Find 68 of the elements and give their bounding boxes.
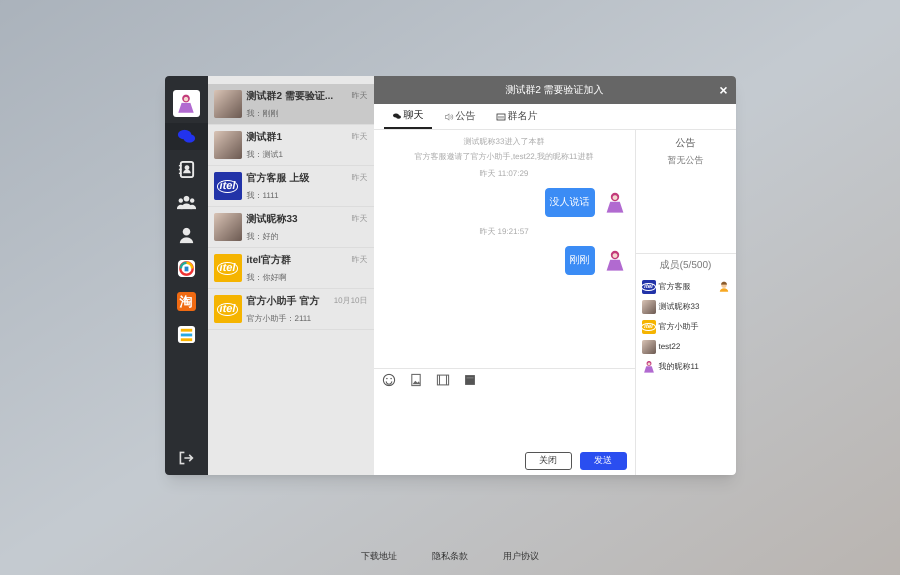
members-title: 成员(5/500) bbox=[658, 258, 712, 273]
send-button[interactable]: 发送 bbox=[580, 452, 626, 470]
profile-avatar[interactable] bbox=[172, 90, 200, 117]
group-icon[interactable] bbox=[176, 193, 196, 212]
avatar-figure-icon bbox=[642, 360, 656, 374]
exit-icon[interactable] bbox=[178, 450, 194, 466]
message-bubble: 刚刚 bbox=[564, 246, 594, 275]
photo-placeholder bbox=[214, 131, 242, 159]
chat-tab[interactable]: 公告 bbox=[436, 104, 484, 129]
message-preview: 我：测试1 bbox=[246, 148, 284, 160]
logo-avatar: itel bbox=[214, 295, 242, 323]
conversation-name: 测试昵称33 bbox=[246, 212, 299, 226]
message-preview: 官方小助手：2111 bbox=[246, 312, 312, 324]
system-message: 官方客服邀请了官方小助手,test22,我的昵称11进群 bbox=[414, 151, 594, 162]
message-time: 昨天 19:21:57 bbox=[479, 226, 529, 237]
footer-link[interactable]: 用户协议 bbox=[503, 550, 539, 564]
conversation-time: 昨天 bbox=[352, 254, 368, 266]
conversation-name: itel官方群 bbox=[246, 253, 292, 268]
image-icon[interactable] bbox=[408, 372, 422, 386]
photo-placeholder bbox=[642, 300, 656, 314]
message-preview: 我：好的 bbox=[246, 230, 280, 242]
emoji-icon[interactable] bbox=[382, 372, 396, 386]
speaker-icon bbox=[444, 112, 454, 122]
conversation-name: 测试群2 需要验证... bbox=[246, 90, 334, 104]
member-item[interactable]: test22 bbox=[642, 339, 730, 355]
window-title: 测试群2 需要验证加入 bbox=[505, 84, 604, 98]
message-time: 昨天 11:07:29 bbox=[480, 168, 528, 179]
conversation-time: 10月10日 bbox=[334, 295, 368, 307]
conversation-item[interactable]: 测试群2 需要验证... 我：刚刚 昨天 bbox=[208, 84, 374, 125]
close-chat-button[interactable]: 关闭 bbox=[524, 452, 572, 470]
logo-avatar: itel bbox=[214, 254, 242, 282]
conversation-item[interactable]: 测试昵称33 我：好的 昨天 bbox=[208, 207, 374, 248]
conversation-name: 测试群1 bbox=[246, 130, 284, 144]
card-icon bbox=[496, 112, 506, 122]
system-message: 测试昵称33进入了本群 bbox=[464, 136, 544, 147]
conversation-name: 官方客服 上级 bbox=[246, 171, 310, 186]
message-preview: 我：你好啊 bbox=[246, 272, 288, 284]
app-icon[interactable] bbox=[176, 259, 196, 278]
notice-title: 公告 bbox=[676, 136, 696, 151]
member-item[interactable]: 我的昵称11 bbox=[642, 359, 730, 375]
photo-placeholder bbox=[214, 213, 242, 241]
chat-tab[interactable]: 聊天 bbox=[384, 104, 432, 129]
conversation-time: 昨天 bbox=[352, 90, 368, 102]
conversation-time: 昨天 bbox=[352, 172, 368, 184]
box-icon[interactable] bbox=[462, 372, 476, 386]
address-book-icon[interactable] bbox=[176, 160, 196, 179]
message-bubble: 没人说话 bbox=[544, 188, 594, 217]
conversation-item[interactable]: itel 官方客服 上级 我：1111 昨天 bbox=[208, 166, 374, 207]
footer-link[interactable]: 隐私条款 bbox=[432, 550, 468, 564]
message-preview: 我：1111 bbox=[246, 190, 280, 202]
app-icon[interactable] bbox=[176, 325, 196, 344]
footer-link[interactable]: 下载地址 bbox=[361, 550, 397, 564]
chat-tab[interactable]: 群名片 bbox=[488, 104, 546, 129]
conversation-item[interactable]: 测试群1 我：测试1 昨天 bbox=[208, 125, 374, 166]
film-icon[interactable] bbox=[436, 372, 450, 386]
conversation-item[interactable]: itel itel官方群 我：你好啊 昨天 bbox=[208, 248, 374, 289]
chat-bubbles-icon bbox=[392, 110, 402, 120]
conversation-time: 昨天 bbox=[352, 213, 368, 225]
conversation-name: 官方小助手 官方 bbox=[246, 294, 320, 308]
close-button[interactable]: × bbox=[719, 83, 728, 97]
notice-text: 暂无公告 bbox=[668, 154, 704, 167]
photo-placeholder bbox=[214, 90, 242, 118]
member-item[interactable]: 测试昵称33 bbox=[642, 299, 730, 315]
message-preview: 我：刚刚 bbox=[246, 108, 280, 120]
logo-avatar: itel bbox=[214, 172, 242, 200]
conversation-item[interactable]: itel 官方小助手 官方 官方小助手：2111 10月10日 bbox=[208, 289, 374, 330]
photo-placeholder bbox=[642, 340, 656, 354]
conversation-time: 昨天 bbox=[352, 131, 368, 143]
